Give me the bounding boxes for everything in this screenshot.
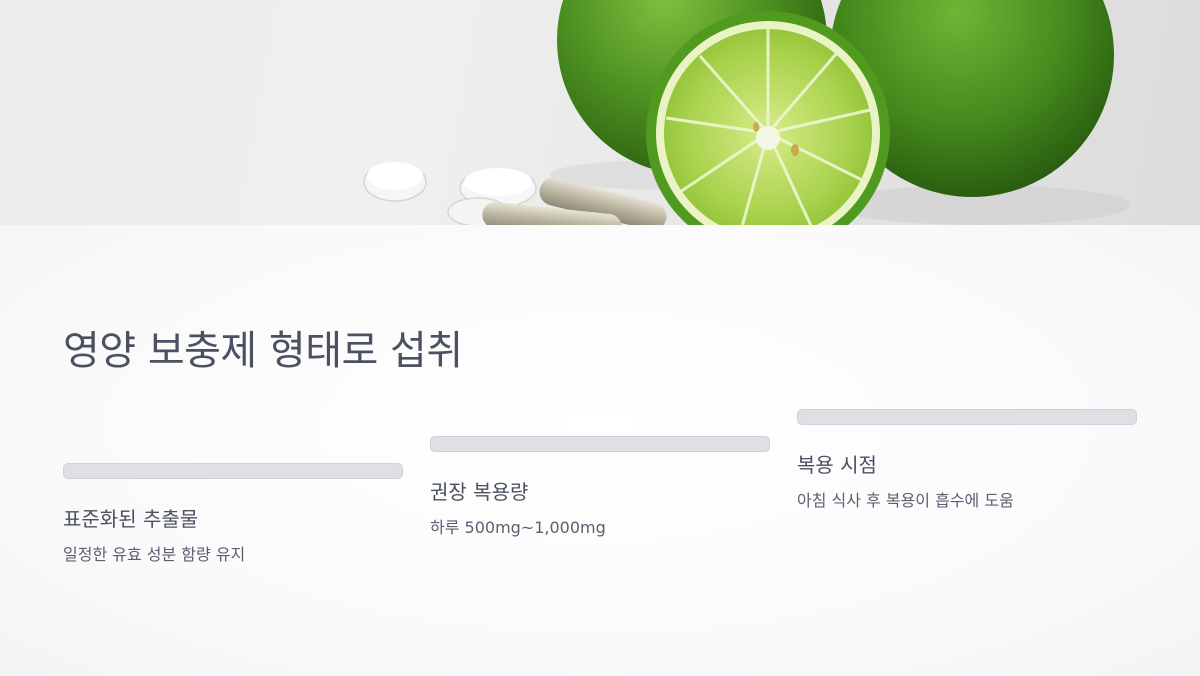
card-description: 하루 500mg~1,000mg — [430, 518, 606, 537]
card-description: 아침 식사 후 복용이 흡수에 도움 — [797, 491, 1014, 510]
card-dosage: 권장 복용량 하루 500mg~1,000mg — [430, 436, 770, 537]
card-label: 권장 복용량 — [430, 480, 529, 504]
hero-image — [0, 0, 1200, 225]
card-accent-bar — [63, 463, 403, 479]
card-label: 표준화된 추출물 — [63, 507, 199, 531]
card-accent-bar — [430, 436, 770, 452]
card-description: 일정한 유효 성분 함량 유지 — [63, 545, 246, 564]
card-accent-bar — [797, 409, 1137, 425]
card-extract: 표준화된 추출물 일정한 유효 성분 함량 유지 — [63, 463, 403, 564]
card-timing: 복용 시점 아침 식사 후 복용이 흡수에 도움 — [797, 409, 1137, 510]
lime-and-supplements-illustration — [363, 0, 1130, 225]
main-content: 영양 보충제 형태로 섭취 표준화된 추출물 일정한 유효 성분 함량 유지 권… — [0, 225, 1200, 676]
card-label: 복용 시점 — [797, 453, 877, 477]
page-title: 영양 보충제 형태로 섭취 — [63, 328, 463, 374]
